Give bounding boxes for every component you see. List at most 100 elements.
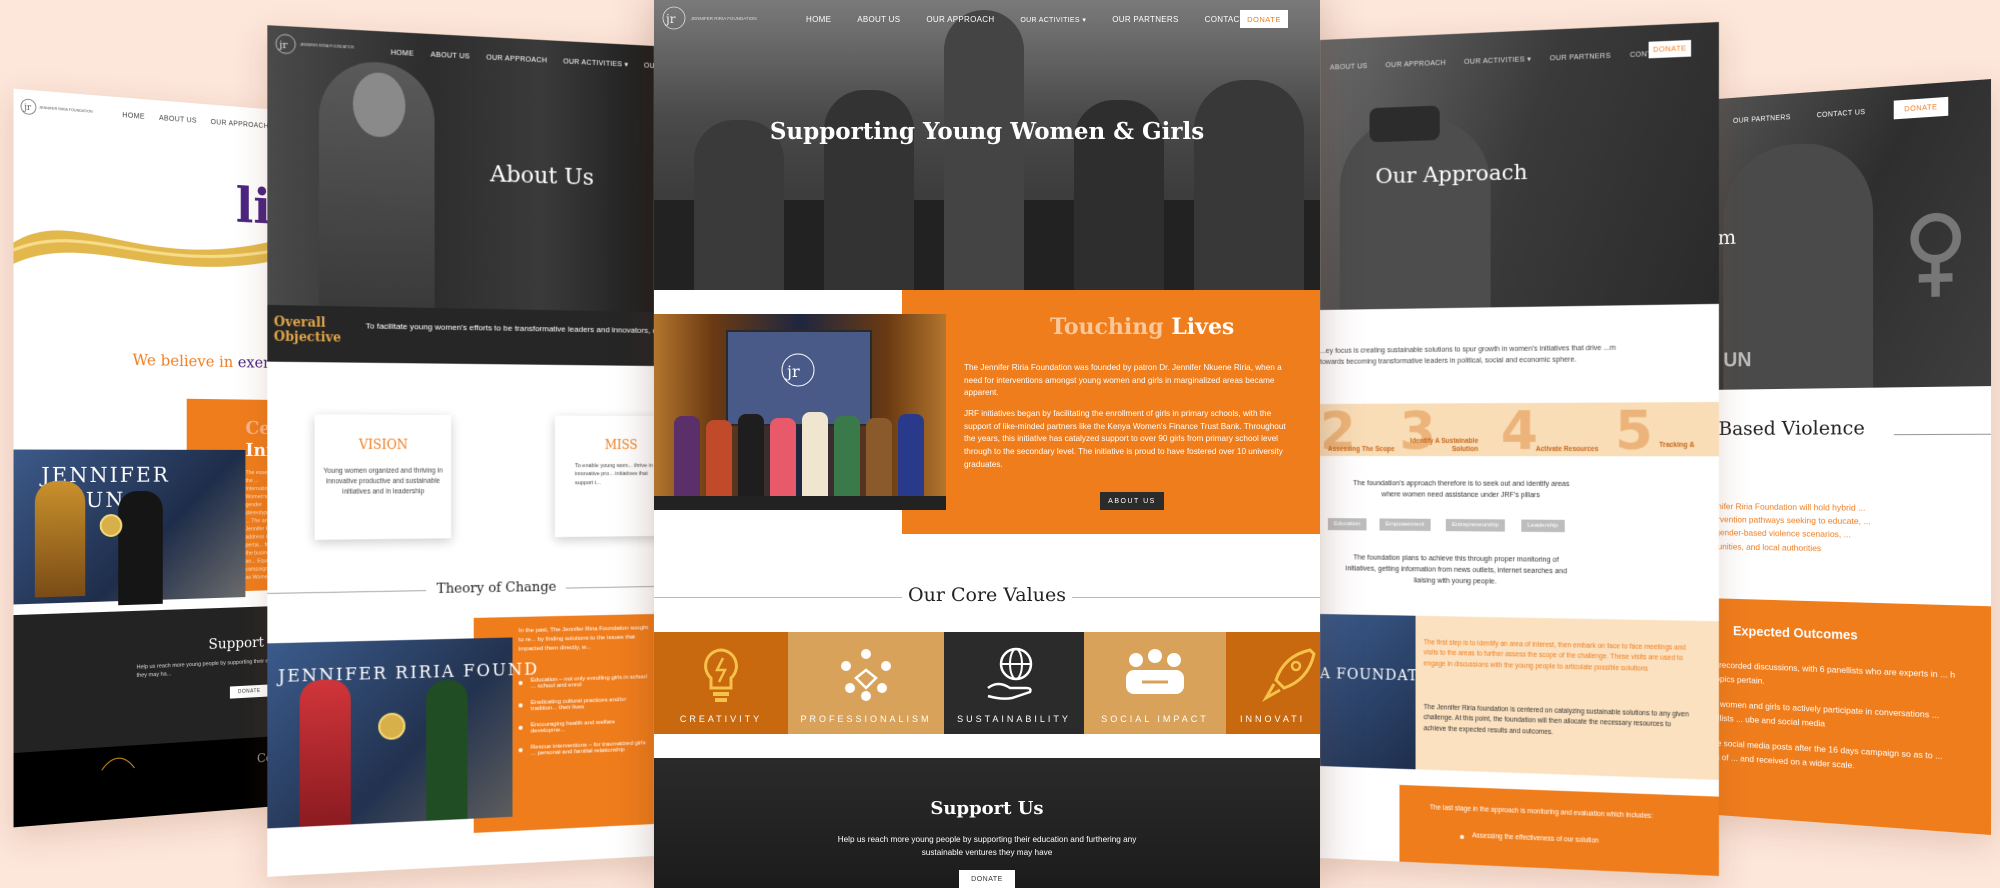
chevron-down-icon: ▾ — [1082, 17, 1087, 24]
vision-card: VISION Young women organized and thrivin… — [314, 414, 452, 540]
donate-button[interactable]: DONATE — [1240, 10, 1288, 28]
brand-logo[interactable]: jr JENNIFER RIRIA FOUNDATION — [274, 32, 354, 59]
brand-logo[interactable]: jr JENNIFER RIRIA FOUNDATION — [20, 98, 93, 120]
person-figure — [1339, 113, 1491, 310]
page-mockup-activity: UN OUR PARTNERS CONTACT US DONATE sm r B… — [1704, 79, 1992, 835]
award-photo: JENNIFER FOUN — [13, 449, 246, 606]
award-photo: JENNIFER RIRIA FOUND — [267, 637, 539, 829]
person-figure — [34, 480, 86, 598]
value-label: PROFESSIONALISM — [800, 714, 932, 724]
step-number: 5 — [1614, 400, 1654, 463]
value-label: SUSTAINABILITY — [957, 714, 1071, 724]
banner-photo: A FOUNDATIO — [1320, 614, 1437, 770]
touching-lives-title: Touching Lives — [1050, 314, 1235, 340]
person-figure — [426, 679, 468, 821]
step1-text: The first step is to identify an area of… — [1423, 639, 1686, 673]
people-network-icon — [841, 649, 891, 701]
step-label: Assessing The Scope — [1327, 445, 1395, 454]
award-plaque — [378, 712, 406, 741]
page-mockup-home: jr JENNIFER RIRIA FOUNDATION HOME ABOUT … — [13, 88, 278, 828]
teacher-figure — [944, 10, 1024, 290]
list-item: 100 women and girls to actively particip… — [1704, 698, 1940, 729]
page-title: About Us — [490, 161, 594, 191]
touching-para-1: The Jennifer Riria Foundation was founde… — [964, 363, 1282, 398]
nav-about[interactable]: ABOUT US — [159, 115, 197, 125]
female-symbol-icon — [1904, 207, 1967, 297]
nav-partners[interactable]: OUR PARTNERS — [1112, 15, 1178, 24]
value-tile-social-impact: SOCIAL IMPACT — [1084, 632, 1226, 734]
donate-button[interactable]: DONATE — [229, 684, 269, 699]
approach-intro: ...ey focus is creating sustainable solu… — [1320, 344, 1616, 367]
lightbulb-icon — [704, 648, 738, 702]
nav-about[interactable]: ABOUT US — [431, 51, 470, 60]
gold-wave-decoration — [13, 226, 278, 275]
value-tile-sustainability: SUSTAINABILITY — [944, 632, 1084, 734]
group-of-women — [674, 410, 924, 496]
approach-seek: The foundation's approach therefore is t… — [1353, 480, 1570, 500]
outcomes-title: Expected Outcomes — [1733, 622, 1858, 643]
page-title: Our Approach — [1375, 159, 1528, 189]
outcomes-card: Expected Outcomes sful recorded discussi… — [1704, 598, 1992, 835]
page-mockup-about: jr JENNIFER RIRIA FOUNDATION HOME ABOUT … — [267, 25, 654, 877]
vr-headset — [1369, 105, 1440, 143]
divider — [1893, 433, 1992, 436]
core-values-title: Our Core Values — [902, 584, 1072, 606]
page-mockup-approach: ABOUT US OUR APPROACH OUR ACTIVITIES ▾ O… — [1320, 22, 1719, 876]
jrf-monogram-icon: jr — [781, 353, 815, 387]
pillar-chip: Entrepreneurship — [1445, 518, 1505, 532]
brand-name: JENNIFER RIRIA FOUNDATION — [691, 15, 757, 21]
value-tile-innovation: INNOVATI — [1226, 632, 1320, 734]
support-body: Help us reach more young people by suppo… — [837, 835, 1137, 857]
list-item: Assessing the effectiveness of our solut… — [1460, 832, 1599, 844]
objective-bar: Overall Objective To facilitate young wom… — [267, 304, 654, 366]
hero-title: Supporting Young Women & Girls — [769, 118, 1205, 145]
person-figure — [118, 490, 163, 606]
nav-home[interactable]: HOME — [122, 112, 145, 121]
change-list: Education – not only enrolling girls in … — [519, 674, 649, 767]
footer: Co — [13, 736, 278, 828]
change-intro: In the past, The Jennifer Riria Foundati… — [518, 625, 649, 653]
evaluation-list: Assessing the effectiveness of our solut… — [1460, 832, 1599, 855]
nav-approach[interactable]: OUR APPROACH — [926, 15, 994, 24]
jrf-monogram-icon: jr — [274, 32, 298, 56]
nav-home[interactable]: HOME — [806, 15, 831, 24]
value-tile-professionalism: PROFESSIONALISM — [788, 632, 944, 734]
last-stage-text: The last stage in the approach is monito… — [1429, 804, 1653, 821]
classroom-hero-photo — [654, 0, 1320, 290]
list-item: sful recorded discussions, with 6 panell… — [1704, 659, 1956, 686]
mission-card: MISS To enable young wom... thrive in in… — [554, 415, 654, 538]
nav-home[interactable]: HOME — [391, 49, 414, 57]
objective-label: Overall Objective — [273, 314, 342, 345]
donate-button[interactable]: DONATE — [1648, 39, 1692, 59]
person-figure — [299, 678, 351, 827]
value-label: CREATIVITY — [679, 714, 763, 724]
event-photo: jr — [654, 314, 946, 510]
nav-activities[interactable]: OUR ACTIVITIES ▾ — [1020, 15, 1086, 24]
pillar-chip: Education — [1327, 518, 1367, 531]
belief-tagline: We believe in exemplary y — [132, 350, 278, 373]
step-number: 4 — [1500, 400, 1539, 463]
list-item: Rescue interventions – for traumatized g… — [519, 740, 649, 757]
support-donate-button[interactable]: DONATE — [959, 870, 1015, 888]
nav-about[interactable]: ABOUT US — [857, 15, 900, 24]
nav-about[interactable]: ABOUT US — [1330, 62, 1368, 71]
brand-logo[interactable]: jr JENNIFER RIRIA FOUNDATION — [660, 4, 757, 32]
outcomes-list: sful recorded discussions, with 6 panell… — [1704, 658, 1957, 779]
objective-text: To facilitate young women's efforts to b… — [365, 321, 654, 336]
donate-button[interactable]: DONATE — [1893, 96, 1949, 120]
nav-approach[interactable]: OUR APPROACH — [211, 119, 269, 131]
activity-hero-photo: UN — [1704, 79, 1992, 390]
stage-floor — [654, 496, 946, 510]
about-us-button[interactable]: ABOUT US — [1100, 492, 1164, 510]
support-body: Help us reach more young people by suppo… — [136, 656, 278, 679]
svg-text:jr: jr — [278, 40, 288, 52]
svg-text:jr: jr — [664, 12, 676, 26]
person-figure — [694, 120, 784, 290]
touching-para-2: JRF initiatives began by facilitating th… — [964, 409, 1286, 469]
value-label: INNOVATI — [1240, 714, 1306, 724]
vision-body: Young women organized and thriving in in… — [323, 467, 443, 496]
team-handshake-icon — [1126, 649, 1184, 694]
evaluation-card: The last stage in the approach is monito… — [1399, 784, 1719, 876]
value-label: SOCIAL IMPACT — [1101, 714, 1209, 724]
steps-detail-card: The first step is to identify an area of… — [1415, 615, 1719, 780]
